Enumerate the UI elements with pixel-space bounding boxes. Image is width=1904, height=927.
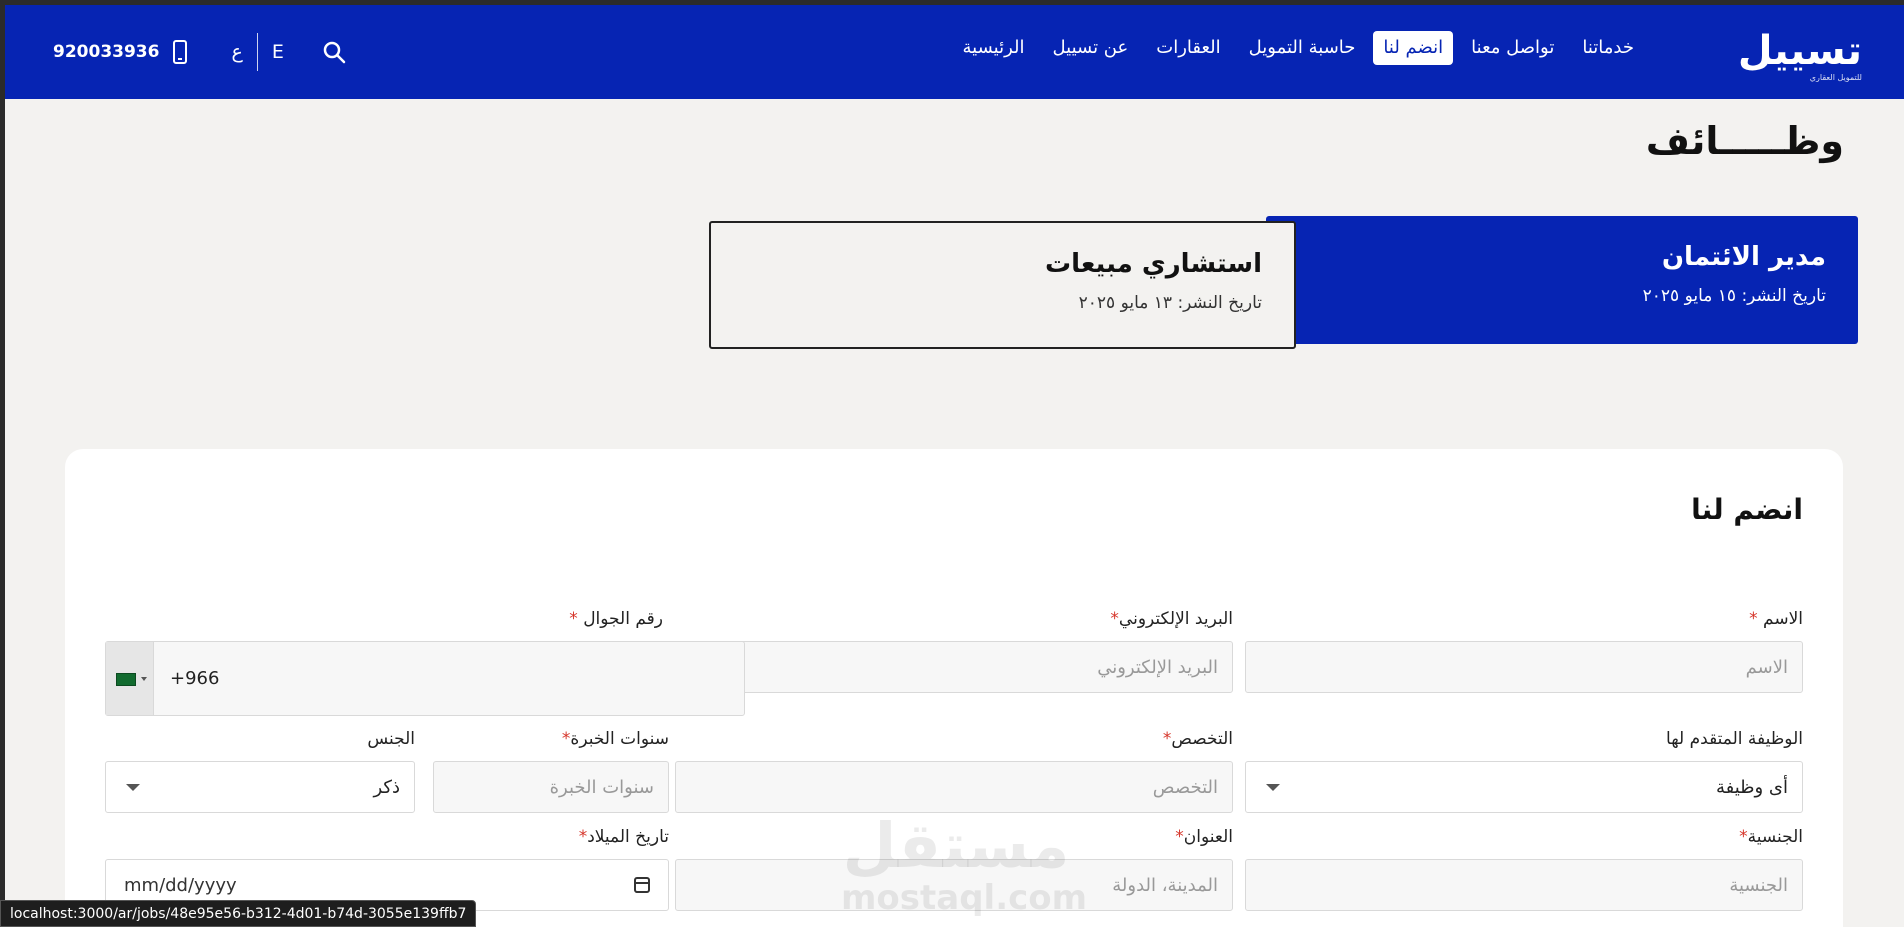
job-title: مدير الائتمان xyxy=(1661,242,1826,272)
phone-number[interactable]: 920033936 xyxy=(53,42,159,62)
birthdate-field-group: تاريخ الميلاد* mm/dd/yyyy xyxy=(105,827,669,911)
top-navbar: تسييل للتمويل العقاري الرئيسية عن تسييل … xyxy=(5,5,1904,99)
nationality-label: الجنسية* xyxy=(1739,827,1803,847)
form-title: انضم لنا xyxy=(1691,493,1803,526)
logo-text: تسييل xyxy=(1737,28,1862,74)
email-field-group: البريد الإلكتروني* البريد الإلكتروني xyxy=(675,609,1233,693)
nav-finance-calculator[interactable]: حاسبة التمويل xyxy=(1239,31,1366,65)
job-date: تاريخ النشر: ١٥ مايو ٢٠٢٥ xyxy=(1642,286,1826,306)
specialty-label: التخصص* xyxy=(1162,729,1233,749)
address-input[interactable]: المدينة، الدولة xyxy=(675,859,1233,911)
join-form: انضم لنا الاسم * الاسم البريد الإلكتروني… xyxy=(65,449,1843,927)
birthdate-value: mm/dd/yyyy xyxy=(124,874,237,896)
experience-input[interactable]: سنوات الخبرة xyxy=(433,761,669,813)
mobile-phone-icon xyxy=(173,40,188,64)
logo-subtext: للتمويل العقاري xyxy=(1809,73,1862,82)
name-label: الاسم * xyxy=(1749,609,1803,629)
gender-field-group: الجنس ذكر xyxy=(105,729,415,813)
job-field-group: الوظيفة المتقدم لها أى وظيفة xyxy=(1245,729,1803,813)
job-label: الوظيفة المتقدم لها xyxy=(1666,729,1803,749)
saudi-flag-icon xyxy=(116,673,136,686)
job-select-value: أى وظيفة xyxy=(1715,776,1788,798)
email-input[interactable]: البريد الإلكتروني xyxy=(675,641,1233,693)
chevron-down-icon xyxy=(126,784,140,791)
chevron-down-icon xyxy=(141,677,147,681)
header-divider xyxy=(256,33,258,71)
gender-label: الجنس xyxy=(367,729,415,749)
email-label: البريد الإلكتروني* xyxy=(1110,609,1233,629)
address-label: العنوان* xyxy=(1175,827,1233,847)
experience-label: سنوات الخبرة* xyxy=(561,729,669,749)
gender-select[interactable]: ذكر xyxy=(105,761,415,813)
status-bar-url: localhost:3000/ar/jobs/48e95e56-b312-4d0… xyxy=(0,900,477,927)
mobile-label: رقم الجوال * xyxy=(569,609,663,629)
nav-home[interactable]: الرئيسية xyxy=(953,31,1035,65)
experience-field-group: سنوات الخبرة* سنوات الخبرة xyxy=(433,729,669,813)
nav-properties[interactable]: العقارات xyxy=(1146,31,1230,65)
nav-contact[interactable]: تواصل معنا xyxy=(1461,31,1564,65)
mobile-field-group: رقم الجوال * +966 xyxy=(105,609,745,719)
job-card-credit-manager[interactable]: مدير الائتمان تاريخ النشر: ١٥ مايو ٢٠٢٥ xyxy=(1266,216,1858,344)
nav-join-us[interactable]: انضم لنا xyxy=(1373,31,1454,65)
country-selector[interactable] xyxy=(106,642,154,715)
specialty-input[interactable]: التخصص xyxy=(675,761,1233,813)
country-code: +966 xyxy=(170,668,220,689)
job-card-sales-consultant[interactable]: استشاري مبيعات تاريخ النشر: ١٣ مايو ٢٠٢٥ xyxy=(709,221,1296,349)
gender-select-value: ذكر xyxy=(373,776,400,798)
main-nav: الرئيسية عن تسييل العقارات حاسبة التمويل… xyxy=(953,28,1644,68)
calendar-icon[interactable] xyxy=(634,877,650,893)
browser-viewport: تسييل للتمويل العقاري الرئيسية عن تسييل … xyxy=(5,5,1904,927)
lang-ar-toggle[interactable]: ع xyxy=(231,41,242,63)
nav-about[interactable]: عن تسييل xyxy=(1043,31,1139,65)
site-logo[interactable]: تسييل للتمويل العقاري xyxy=(1682,27,1862,83)
chevron-down-icon xyxy=(1266,784,1280,791)
page-title: وظـــــائف xyxy=(1645,119,1844,163)
search-icon[interactable] xyxy=(322,40,346,64)
nationality-input[interactable]: الجنسية xyxy=(1245,859,1803,911)
header-tools: 920033936 ع E xyxy=(53,31,346,73)
job-date: تاريخ النشر: ١٣ مايو ٢٠٢٥ xyxy=(1078,293,1262,313)
specialty-field-group: التخصص* التخصص xyxy=(675,729,1233,813)
mobile-input[interactable]: +966 xyxy=(105,641,745,716)
nav-services[interactable]: خدماتنا xyxy=(1572,31,1644,65)
name-input[interactable]: الاسم xyxy=(1245,641,1803,693)
nationality-field-group: الجنسية* الجنسية xyxy=(1245,827,1803,911)
job-select[interactable]: أى وظيفة xyxy=(1245,761,1803,813)
lang-en-toggle[interactable]: E xyxy=(272,41,284,63)
address-field-group: العنوان* المدينة، الدولة xyxy=(675,827,1233,911)
name-field-group: الاسم * الاسم xyxy=(1245,609,1803,693)
birthdate-label: تاريخ الميلاد* xyxy=(578,827,669,847)
job-title: استشاري مبيعات xyxy=(1044,249,1262,279)
